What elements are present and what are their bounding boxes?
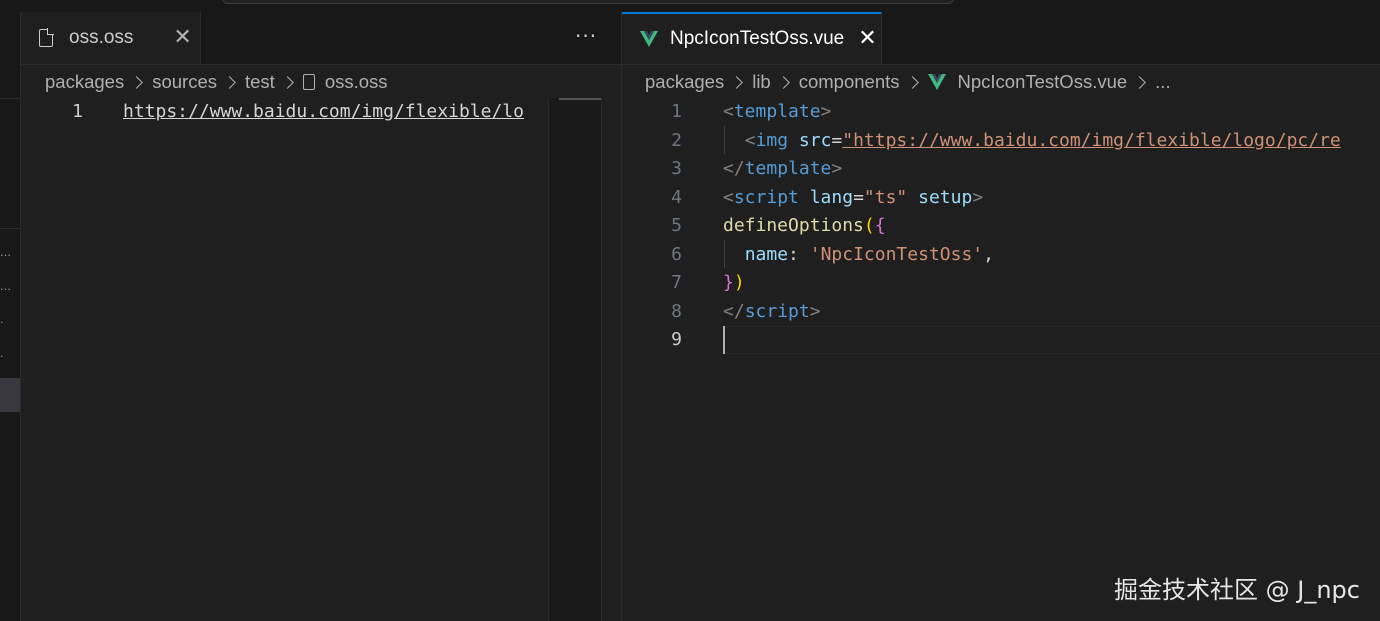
token: img bbox=[755, 129, 789, 151]
sidebar-item-selected[interactable] bbox=[0, 378, 20, 412]
token: "ts" bbox=[863, 186, 908, 208]
token: script bbox=[744, 300, 810, 322]
right-tab-bar: NpcIconTestOss.vue ✕ bbox=[622, 12, 1380, 65]
token: , bbox=[983, 243, 994, 265]
code-line[interactable]: <template> bbox=[723, 98, 831, 126]
token: = bbox=[831, 129, 843, 151]
sidebar-divider bbox=[0, 98, 20, 99]
left-editor[interactable]: 1 https://www.baidu.com/img/flexible/lo bbox=[21, 98, 548, 621]
sidebar-divider bbox=[0, 228, 20, 229]
token: src bbox=[798, 129, 832, 151]
breadcrumb-item[interactable]: lib bbox=[752, 71, 771, 93]
code-line[interactable]: }) bbox=[723, 269, 745, 297]
breadcrumb-item[interactable]: components bbox=[799, 71, 900, 93]
watermark: 掘金技术社区 @ J_npc bbox=[1114, 576, 1360, 604]
token: < bbox=[723, 101, 734, 122]
token: setup bbox=[918, 186, 973, 208]
minimap-line bbox=[559, 98, 601, 100]
chevron-right-icon bbox=[223, 75, 236, 89]
breadcrumb-item[interactable]: test bbox=[245, 71, 275, 93]
token: = bbox=[853, 186, 864, 208]
breadcrumb-item[interactable]: packages bbox=[645, 71, 724, 93]
breadcrumb: packages lib components NpcIconTestOss.v… bbox=[645, 68, 1365, 96]
sidebar-item-dots[interactable]: … bbox=[0, 280, 20, 293]
chevron-right-icon bbox=[730, 75, 744, 89]
line-number: 9 bbox=[671, 329, 682, 350]
close-icon[interactable]: ✕ bbox=[173, 27, 191, 49]
token: </ bbox=[723, 300, 745, 322]
line-number: 4 bbox=[671, 186, 682, 208]
token: script bbox=[733, 186, 799, 208]
chevron-right-icon bbox=[776, 75, 790, 89]
breadcrumb-item[interactable]: ... bbox=[1155, 71, 1170, 93]
token: > bbox=[820, 101, 832, 122]
vue-icon bbox=[927, 74, 946, 90]
token: </ bbox=[723, 158, 745, 179]
code-line[interactable]: defineOptions({ bbox=[723, 212, 886, 240]
file-icon bbox=[39, 28, 54, 47]
left-tab-bar: oss.oss ✕ ··· bbox=[21, 12, 621, 65]
code-line[interactable]: </script> bbox=[723, 298, 821, 326]
sidebar-edge: … … · · bbox=[0, 12, 21, 621]
token: > bbox=[831, 158, 843, 179]
tab-npc-icon-test-oss[interactable]: NpcIconTestOss.vue ✕ bbox=[622, 12, 882, 64]
token: < bbox=[744, 129, 756, 151]
token: } bbox=[723, 272, 734, 293]
tab-oss-oss[interactable]: oss.oss ✕ bbox=[21, 12, 201, 64]
chevron-right-icon bbox=[130, 75, 144, 89]
breadcrumb-item[interactable]: oss.oss bbox=[325, 71, 388, 93]
tab-label: NpcIconTestOss.vue bbox=[670, 28, 845, 49]
line-number: 8 bbox=[671, 300, 682, 322]
line-number: 7 bbox=[671, 272, 682, 293]
minimap[interactable] bbox=[548, 98, 602, 621]
token: name bbox=[744, 243, 789, 265]
code-line[interactable]: name: 'NpcIconTestOss', bbox=[723, 241, 994, 269]
line-number: 1 bbox=[671, 101, 682, 122]
chevron-right-icon bbox=[905, 75, 919, 89]
token: defineOptions bbox=[723, 215, 864, 236]
vue-icon bbox=[640, 31, 658, 47]
chevron-right-icon bbox=[1133, 75, 1147, 89]
close-icon[interactable]: ✕ bbox=[858, 28, 876, 50]
token: ( bbox=[863, 215, 875, 236]
code-line[interactable]: <img src="https://www.baidu.com/img/flex… bbox=[723, 127, 1341, 155]
chevron-right-icon bbox=[280, 75, 294, 89]
token: < bbox=[723, 186, 734, 208]
more-actions-icon[interactable]: ··· bbox=[575, 24, 597, 48]
line-number: 1 bbox=[72, 101, 83, 122]
token: { bbox=[874, 215, 886, 236]
right-editor[interactable]: 1 2 3 4 5 6 7 8 9 <template> <img src="h… bbox=[622, 98, 1380, 621]
current-line-highlight bbox=[723, 326, 1380, 354]
token: ) bbox=[733, 272, 745, 293]
token: template bbox=[744, 158, 832, 179]
text-cursor bbox=[723, 326, 725, 354]
code-line[interactable]: </template> bbox=[723, 155, 842, 183]
line-number: 3 bbox=[671, 158, 682, 179]
breadcrumb-item[interactable]: NpcIconTestOss.vue bbox=[958, 71, 1128, 93]
breadcrumb-item[interactable]: sources bbox=[152, 71, 217, 93]
token: template bbox=[733, 101, 821, 122]
token: "https://www.baidu.com/img/flexible/logo… bbox=[842, 129, 1341, 151]
breadcrumb: packages sources test oss.oss bbox=[45, 68, 545, 96]
tab-label: oss.oss bbox=[69, 27, 134, 48]
token: : bbox=[788, 243, 810, 265]
sidebar-item-dots[interactable]: … bbox=[0, 246, 20, 259]
line-number: 6 bbox=[671, 243, 682, 265]
sidebar-item-dots[interactable]: · bbox=[0, 316, 20, 329]
file-icon bbox=[302, 74, 315, 90]
token: lang bbox=[809, 186, 854, 208]
line-number: 2 bbox=[671, 129, 682, 151]
line-number: 5 bbox=[671, 215, 682, 236]
code-line[interactable]: <script lang="ts" setup> bbox=[723, 184, 983, 212]
breadcrumb-item[interactable]: packages bbox=[45, 71, 124, 93]
command-center[interactable] bbox=[222, 0, 954, 4]
token: 'NpcIconTestOss' bbox=[809, 243, 984, 265]
token: > bbox=[972, 186, 984, 208]
code-line[interactable]: https://www.baidu.com/img/flexible/lo bbox=[123, 98, 524, 126]
token: > bbox=[809, 300, 821, 322]
sidebar-item-dots[interactable]: · bbox=[0, 350, 20, 363]
